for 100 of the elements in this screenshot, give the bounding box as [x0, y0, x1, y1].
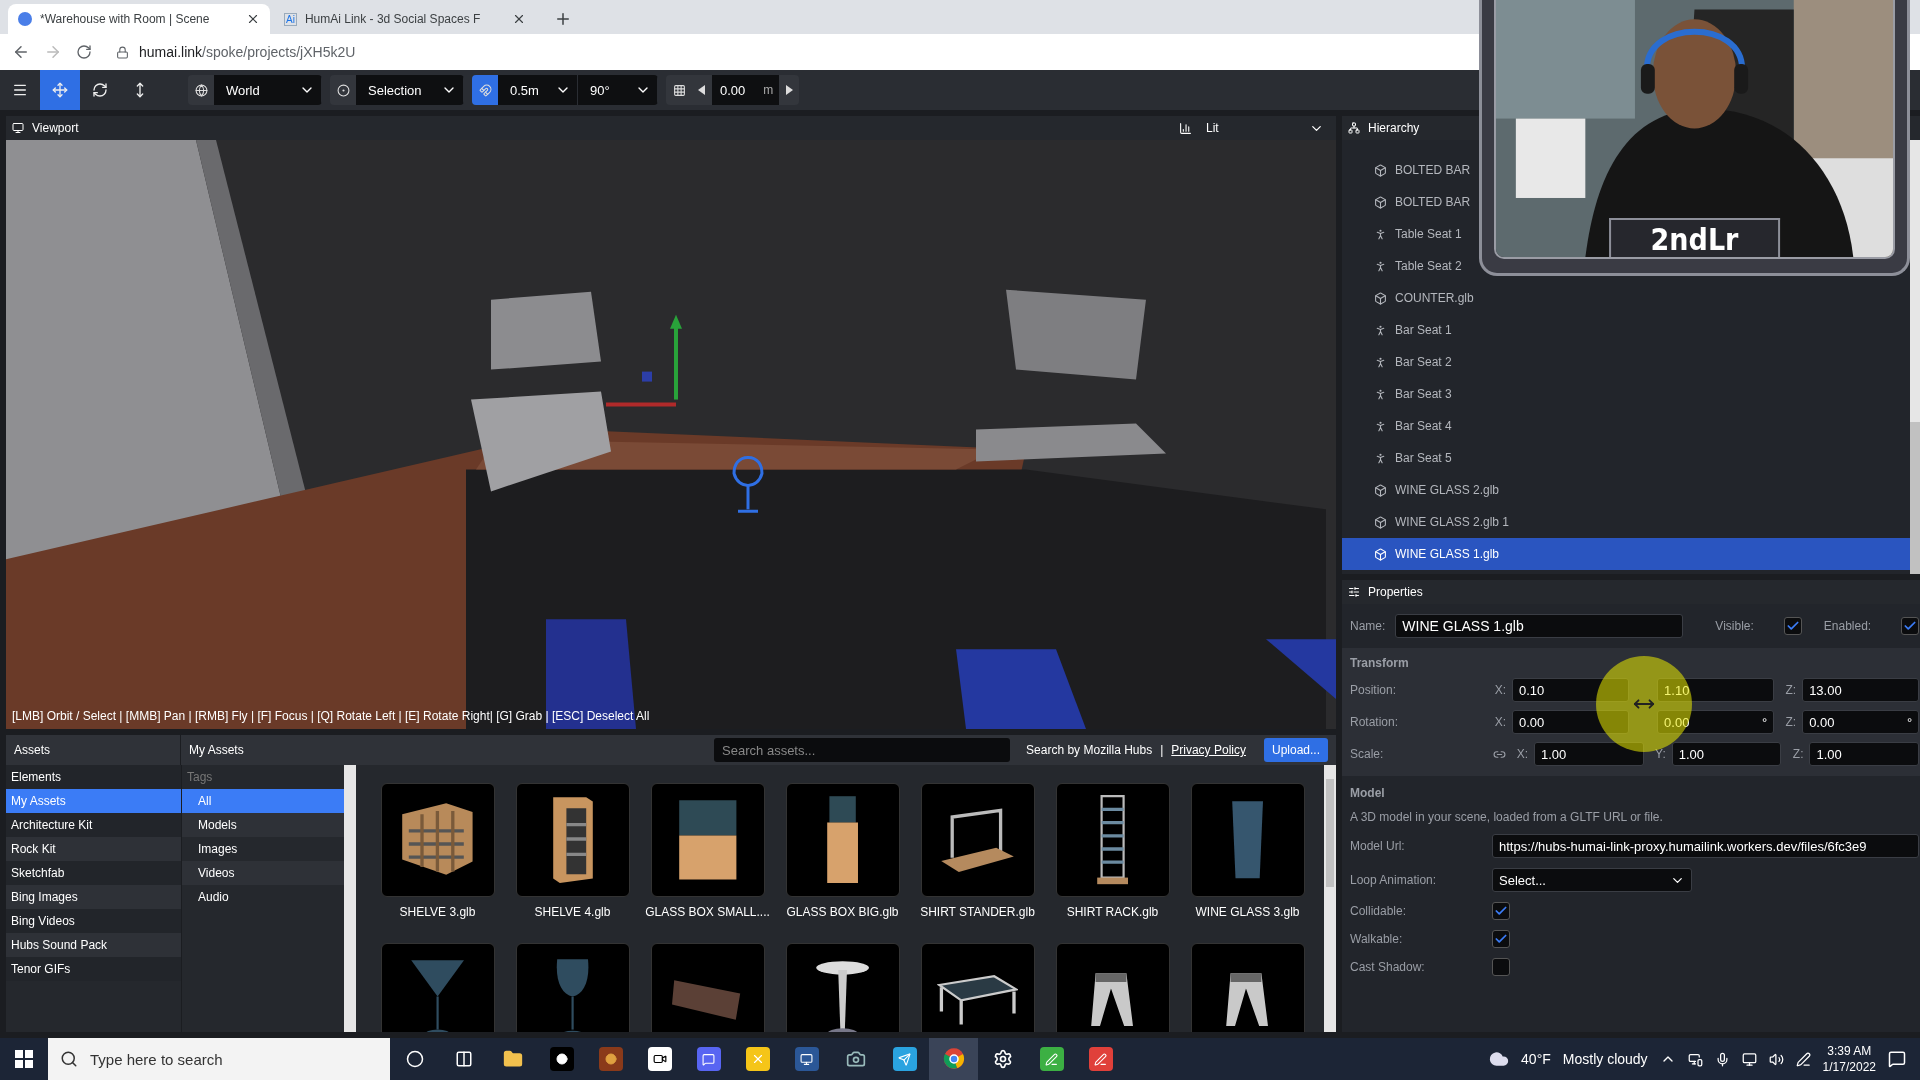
hierarchy-item[interactable]: Bar Seat 3 — [1370, 380, 1456, 408]
back-icon[interactable] — [12, 43, 30, 61]
asset-thumbnail[interactable] — [1190, 783, 1305, 897]
browser-tab[interactable]: *Warehouse with Room | Scene — [8, 4, 270, 34]
hierarchy-item[interactable]: Bar Seat 5 — [1370, 444, 1456, 472]
hierarchy-item[interactable]: Table Seat 1 — [1370, 220, 1466, 248]
hierarchy-item[interactable]: BOLTED BAR — [1370, 156, 1475, 184]
reload-icon[interactable] — [76, 44, 92, 60]
device-icon[interactable] — [1687, 1051, 1703, 1067]
task-view-icon[interactable] — [454, 1050, 473, 1068]
close-icon[interactable] — [246, 12, 260, 26]
new-tab-icon[interactable] — [554, 10, 572, 28]
number-field[interactable]: 13.00 — [1802, 678, 1920, 702]
checkbox[interactable] — [1492, 958, 1510, 976]
tag-item[interactable]: All — [182, 789, 344, 813]
folder-icon[interactable] — [502, 1049, 523, 1069]
checkbox[interactable] — [1783, 617, 1802, 635]
asset-thumbnail[interactable] — [650, 943, 765, 1032]
asset-thumbnail[interactable] — [1055, 783, 1170, 897]
asset-thumbnail[interactable] — [650, 783, 765, 897]
app-icon[interactable] — [1039, 1047, 1064, 1071]
asset-thumbnail[interactable] — [515, 943, 630, 1032]
right-triangle-icon[interactable] — [785, 85, 794, 95]
loop-animation-select[interactable]: Select... — [1492, 868, 1692, 892]
hierarchy-item[interactable]: Bar Seat 2 — [1370, 348, 1456, 376]
browser-icon[interactable] — [942, 1048, 965, 1070]
app-icon[interactable] — [745, 1047, 770, 1071]
asset-thumbnail[interactable] — [1055, 943, 1170, 1032]
model-url-field[interactable]: https://hubs-humai-link-proxy.humailink.workers.dev/files/6fc3e9 — [1492, 834, 1920, 858]
asset-thumbnail[interactable] — [515, 783, 630, 897]
source-item[interactable]: Rock Kit — [6, 837, 181, 861]
microphone-icon[interactable] — [1714, 1051, 1730, 1067]
asset-thumbnail[interactable] — [380, 943, 495, 1032]
snap-toggle[interactable] — [472, 75, 498, 105]
number-field[interactable]: 0.00 — [1512, 710, 1630, 734]
pen-icon[interactable] — [1795, 1051, 1811, 1067]
app-icon[interactable] — [794, 1047, 819, 1071]
clock[interactable]: 3:39 AM 1/17/2022 — [1822, 1043, 1876, 1075]
search-field[interactable]: Search assets... — [714, 738, 1011, 762]
asset-thumbnail[interactable] — [1190, 943, 1305, 1032]
source-item[interactable]: Bing Images — [6, 885, 181, 909]
source-item[interactable]: My Assets — [6, 789, 181, 813]
hierarchy-item[interactable]: BOLTED BAR — [1370, 188, 1475, 216]
windows-icon[interactable] — [15, 1050, 33, 1068]
shading-select[interactable]: Lit — [1200, 117, 1330, 139]
asset-thumbnail[interactable] — [920, 943, 1035, 1032]
upload-button[interactable]: Upload... — [1263, 738, 1328, 762]
space-select[interactable]: World — [214, 75, 322, 105]
hierarchy-item[interactable]: WINE GLASS 2.glb — [1370, 476, 1504, 504]
pivot-select[interactable]: Selection — [356, 75, 464, 105]
scrollbar[interactable] — [1910, 140, 1920, 574]
checkbox[interactable] — [1492, 930, 1510, 948]
separator: | — [1160, 743, 1164, 757]
app-icon[interactable] — [549, 1047, 574, 1071]
asset-thumbnail[interactable] — [785, 783, 900, 897]
source-item[interactable]: Hubs Sound Pack — [6, 933, 181, 957]
hierarchy-item[interactable]: COUNTER.glb — [1370, 284, 1478, 312]
app-icon[interactable] — [647, 1047, 672, 1071]
number-field[interactable]: 1.00 — [1534, 742, 1644, 766]
hierarchy-item[interactable]: Table Seat 2 — [1370, 252, 1466, 280]
number-field[interactable]: 1.00 — [1671, 742, 1782, 766]
asset-thumbnail[interactable] — [785, 943, 900, 1032]
hierarchy-item[interactable]: WINE GLASS 1.glb — [1342, 538, 1910, 570]
close-icon[interactable] — [512, 12, 526, 26]
menu-icon — [12, 82, 28, 98]
volume-icon[interactable] — [1768, 1051, 1784, 1067]
number-field[interactable]: 1.00 — [1809, 742, 1920, 766]
app-icon[interactable] — [598, 1047, 623, 1071]
number-field[interactable]: 0.10 — [1512, 678, 1630, 702]
name-field[interactable]: WINE GLASS 1.glb — [1395, 614, 1684, 638]
hierarchy-item[interactable]: Bar Seat 4 — [1370, 412, 1456, 440]
stats-icon[interactable] — [1179, 121, 1192, 135]
checkbox[interactable] — [1492, 902, 1510, 920]
snap-distance-select[interactable]: 0.5m — [498, 75, 578, 105]
chat-app-icon[interactable] — [696, 1047, 721, 1071]
snap-angle-select[interactable]: 90° — [578, 75, 658, 105]
hierarchy-item[interactable]: Bar Seat 1 — [1370, 316, 1456, 344]
left-triangle-icon[interactable] — [698, 85, 706, 95]
settings-icon[interactable] — [992, 1049, 1013, 1069]
camera-icon[interactable] — [845, 1049, 866, 1069]
asset-thumbnail[interactable] — [380, 783, 495, 897]
tag-item[interactable]: Models — [182, 813, 344, 837]
asset-thumbnail[interactable] — [920, 783, 1035, 897]
number-field[interactable]: 0.00 ° — [1802, 710, 1920, 734]
send-icon[interactable] — [892, 1047, 917, 1071]
grid-height-field[interactable]: 0.00 m — [712, 75, 780, 105]
app-icon[interactable] — [1088, 1047, 1113, 1071]
number-field[interactable]: 0.00 ° — [1657, 710, 1775, 734]
cortana-icon[interactable] — [405, 1050, 424, 1068]
notification-icon[interactable] — [1888, 1050, 1906, 1068]
privacy-link[interactable]: Privacy Policy — [1171, 743, 1246, 757]
browser-tab[interactable]: Ai HumAi Link - 3d Social Spaces F — [274, 4, 536, 34]
scrollbar[interactable] — [344, 765, 356, 1032]
tag-item[interactable]: Videos — [182, 861, 344, 885]
checkbox[interactable] — [1901, 617, 1920, 635]
weather-icon[interactable] — [1489, 1049, 1510, 1069]
taskbar-search[interactable]: Type here to search — [48, 1038, 390, 1080]
network-icon[interactable] — [1741, 1051, 1757, 1067]
hierarchy-item[interactable]: WINE GLASS 2.glb 1 — [1370, 508, 1514, 536]
scrollbar[interactable] — [1324, 765, 1336, 1032]
